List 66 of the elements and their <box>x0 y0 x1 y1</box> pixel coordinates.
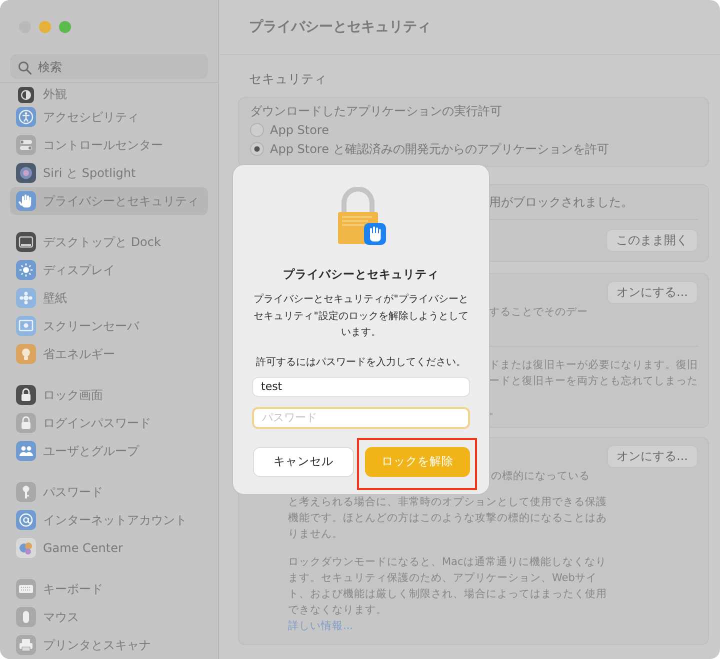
flower-icon <box>16 288 36 308</box>
at-sign-icon <box>16 510 36 530</box>
unlock-button[interactable]: ロックを解除 <box>365 446 470 476</box>
username-field[interactable]: test <box>252 376 470 396</box>
key-icon <box>16 482 36 502</box>
bubbles-icon <box>16 538 36 558</box>
radio-label: App Store と確認済みの開発元からのアプリケーションを許可 <box>270 141 609 158</box>
sidebar-item[interactable]: ディスプレイ <box>10 256 208 284</box>
dialog-message: プライバシーとセキュリティが"プライバシーとセキュリティ"設定のロックを解除しようとしています。 <box>252 292 470 340</box>
keyboard-icon <box>16 579 36 599</box>
hand-icon <box>16 191 36 211</box>
radio-label: App Store <box>270 122 329 139</box>
sidebar-item[interactable]: 外観 <box>10 85 208 103</box>
sidebar-item[interactable]: Siri と Spotlight <box>10 159 208 187</box>
people-icon <box>16 441 36 461</box>
window-title: プライバシーとセキュリティ <box>249 18 431 36</box>
mouse-icon <box>16 607 36 627</box>
sidebar-item[interactable]: 壁紙 <box>10 284 208 312</box>
learn-more-link[interactable]: 詳しい情報... <box>288 618 354 634</box>
sidebar-item[interactable]: インターネットアカウント <box>10 506 208 534</box>
dialog-prompt: 許可するにはパスワードを入力してください。 <box>256 356 466 368</box>
password-field[interactable]: パスワード <box>252 406 470 428</box>
radio-button[interactable] <box>250 123 264 137</box>
open-anyway-button[interactable]: このまま開く <box>606 229 698 252</box>
description-text: 。 <box>489 404 500 419</box>
section-title: セキュリティ <box>249 71 327 88</box>
sidebar-item[interactable]: スクリーンセーバ <box>10 312 208 340</box>
bulb-icon <box>16 344 36 364</box>
description-text: の標的になっている <box>491 469 590 484</box>
sun-icon <box>16 260 36 280</box>
description-text: ドまたは復旧キーが必要になります。復旧 ードと復旧キーを両方とも忘れてしまった <box>489 358 698 389</box>
orb-icon <box>16 163 36 183</box>
cancel-button[interactable]: キャンセル <box>253 446 354 476</box>
sidebar-item[interactable]: デスクトップと Dock <box>10 228 208 256</box>
sidebar-item[interactable]: プライバシーとセキュリティ <box>10 187 208 215</box>
dialog-title: プライバシーとセキュリティ <box>283 267 439 282</box>
group-heading: ダウンロードしたアプリケーションの実行許可 <box>250 103 502 120</box>
contrast-icon <box>16 87 36 103</box>
search-field[interactable]: 検索 <box>10 54 208 79</box>
lock-icon <box>16 385 36 405</box>
description-text: と考えられる場合に、非常時のオプションとして使用できる保護 機能です。ほとんどの方はこのような攻撃の標的になることはあ りません。 <box>288 495 607 542</box>
zoom-button[interactable] <box>59 21 71 33</box>
sidebar-item[interactable]: ロック画面 <box>10 381 208 409</box>
minimize-button[interactable] <box>39 21 51 33</box>
sidebar-item[interactable]: アクセシビリティ <box>10 103 208 131</box>
toggles-icon <box>16 135 36 155</box>
sidebar-item[interactable]: Game Center <box>10 534 208 562</box>
radio-button[interactable] <box>250 142 264 156</box>
description-text: ロックダウンモードになると、Macは通常通りに機能しなくなり ます。セキュリティ保護のため、アプリケーション、Webサイ ト、および機能は厳しく制限され、場合によってはまったく使用 できなくなります。 <box>288 555 607 618</box>
dock-icon <box>16 232 36 252</box>
turn-on-button[interactable]: オンにする... <box>606 281 698 304</box>
sidebar-item[interactable]: コントロールセンター <box>10 131 208 159</box>
sidebar-item[interactable]: マウス <box>10 603 208 631</box>
sidebar-item[interactable]: パスワード <box>10 478 208 506</box>
sidebar-item[interactable]: 省エネルギー <box>10 340 208 368</box>
turn-on-button[interactable]: オンにする... <box>606 445 698 468</box>
sidebar-item[interactable]: ログインパスワード <box>10 409 208 437</box>
sidebar-item[interactable]: キーボード <box>10 575 208 603</box>
screen-icon <box>16 316 36 336</box>
lock-icon <box>16 413 36 433</box>
sidebar-item[interactable]: プリンタとスキャナ <box>10 631 208 659</box>
description-text: することでそのデー <box>489 305 588 320</box>
blocked-message: 用がブロックされました。 <box>489 194 633 211</box>
accessibility-icon <box>16 107 36 127</box>
sidebar-item[interactable]: ユーザとグループ <box>10 437 208 465</box>
printer-icon <box>16 635 36 655</box>
